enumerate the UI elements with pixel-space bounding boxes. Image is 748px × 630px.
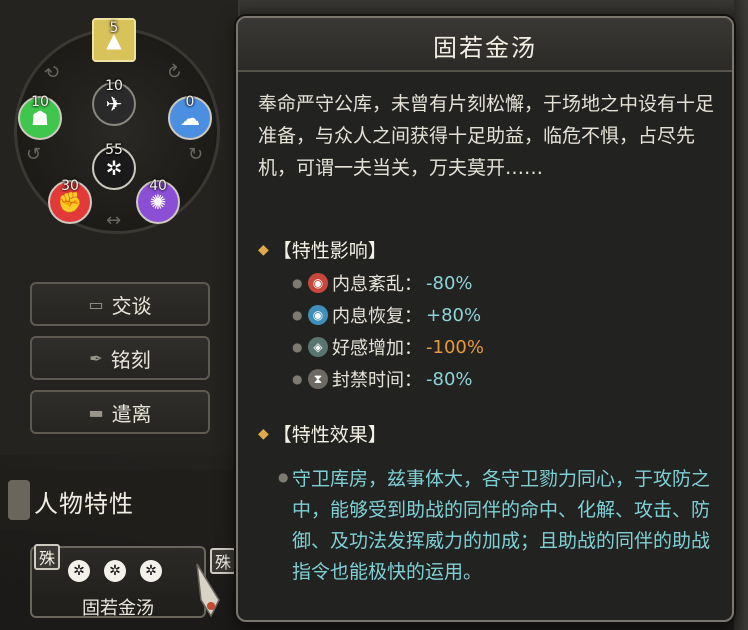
scroll-icon xyxy=(8,480,30,520)
rarity-badge: 殊 xyxy=(34,544,60,570)
knot-icon: ✲ xyxy=(105,156,123,180)
pen-cursor-icon xyxy=(196,563,220,618)
tooltip-title: 固若金汤 xyxy=(433,34,537,62)
wheel-node-value: 55 xyxy=(105,142,123,158)
bullet-dot: ● xyxy=(292,276,303,290)
stat-value: -100% xyxy=(426,336,484,358)
wheel-node-value: 5 xyxy=(109,20,119,36)
stat-value: +80% xyxy=(426,304,482,326)
wheel-node-bottom-left[interactable]: ✊ 30 xyxy=(48,178,92,224)
wheel-node-left[interactable]: ☗ 10 xyxy=(18,94,62,140)
favor-icon: ◈ xyxy=(308,337,328,357)
wheel-node-value: 30 xyxy=(61,178,79,194)
lungs-blue-icon: ◉ xyxy=(308,305,328,325)
effect-header-label: 【特性效果】 xyxy=(272,424,387,446)
wheel-node-value: 40 xyxy=(149,178,167,194)
trait-pip-icon: ✲ xyxy=(104,560,126,582)
trait-tooltip: 固若金汤 奉命严守公库，未曾有片刻松懈，于场地之中设有十足准备，与众人之间获得十… xyxy=(236,16,734,622)
stat-row: ● ◉ 内息恢复： +80% xyxy=(292,302,481,328)
engrave-button[interactable]: ✒ 铭刻 xyxy=(30,336,210,380)
tooltip-description: 奉命严守公库，未曾有片刻松懈，于场地之中设有十足准备，与众人之间获得十足助益，临… xyxy=(258,93,715,179)
wheel-node-bottom-right[interactable]: ✺ 40 xyxy=(136,178,180,224)
stat-name: 内息恢复： xyxy=(332,306,422,327)
talk-button-label: 交谈 xyxy=(111,293,152,318)
stat-row: ● ◉ 内息紊乱： -80% xyxy=(292,270,473,296)
influence-header-label: 【特性影响】 xyxy=(272,240,387,262)
background-frame-right xyxy=(734,0,748,630)
cycle-arrow-icon: ↺ xyxy=(26,144,42,165)
stat-name: 内息紊乱： xyxy=(332,274,422,295)
bullet-dot: ● xyxy=(278,470,289,484)
diamond-bullet-icon: ◆ xyxy=(258,425,269,442)
wheel-node-center[interactable]: ✲ 55 xyxy=(92,142,136,190)
stat-value: -80% xyxy=(426,368,473,390)
chat-icon: ▭ xyxy=(88,294,104,314)
dismiss-icon: ▬ xyxy=(88,402,104,422)
cycle-arrow-icon: ↔ xyxy=(106,210,122,231)
effect-description: 守卫库房，兹事体大，各守卫勠力同心，于攻防之中，能够受到助战的同伴的命中、化解、… xyxy=(292,468,711,583)
trait-pip-icon: ✲ xyxy=(140,560,162,582)
wheel-node-inner-top[interactable]: ✈ 10 xyxy=(92,78,136,126)
stat-value: -80% xyxy=(426,272,473,294)
talk-button[interactable]: ▭ 交谈 xyxy=(30,282,210,326)
diamond-bullet-icon: ◆ xyxy=(258,241,269,258)
bullet-dot: ● xyxy=(292,372,303,386)
dismiss-button[interactable]: ▬ 遣离 xyxy=(30,390,210,434)
stat-name: 好感增加： xyxy=(332,338,422,359)
wheel-node-value: 10 xyxy=(31,94,49,110)
wheel-node-top[interactable]: ▲ 5 xyxy=(92,18,136,62)
bullet-dot: ● xyxy=(292,340,303,354)
trait-section-title: 人物特性 xyxy=(34,490,134,518)
stat-name: 封禁时间： xyxy=(332,370,422,391)
dismiss-button-label: 遣离 xyxy=(111,401,152,426)
wheel-node-right[interactable]: ☁ 0 xyxy=(168,94,212,140)
bird-icon: ✈ xyxy=(105,92,123,116)
influence-header: ◆ 【特性影响】 xyxy=(258,236,387,263)
attribute-wheel: ↻ ↻ ↺ ↻ ↔ ▲ 5 ✈ 10 ☗ 10 ☁ 0 ✲ 55 ✊ 30 ✺ … xyxy=(6,18,226,256)
lungs-red-icon: ◉ xyxy=(308,273,328,293)
bullet-dot: ● xyxy=(292,308,303,322)
trait-card-name: 固若金汤 xyxy=(82,598,154,619)
wheel-node-value: 10 xyxy=(105,78,123,94)
engrave-button-label: 铭刻 xyxy=(110,347,151,372)
wheel-node-value: 0 xyxy=(185,94,195,110)
cycle-arrow-icon: ↻ xyxy=(188,144,204,165)
stat-row: ● ⧗ 封禁时间： -80% xyxy=(292,366,473,392)
hourglass-icon: ⧗ xyxy=(308,369,328,389)
trait-card[interactable]: 殊 ✲ ✲ ✲ 固若金汤 xyxy=(30,544,206,619)
character-panel: ↻ ↻ ↺ ↻ ↔ ▲ 5 ✈ 10 ☗ 10 ☁ 0 ✲ 55 ✊ 30 ✺ … xyxy=(0,0,240,455)
effect-header: ◆ 【特性效果】 xyxy=(258,420,387,447)
engrave-icon: ✒ xyxy=(89,348,103,368)
trait-pip-icon: ✲ xyxy=(68,560,90,582)
stat-row: ● ◈ 好感增加： -100% xyxy=(292,334,484,360)
game-screen: ↻ ↻ ↺ ↻ ↔ ▲ 5 ✈ 10 ☗ 10 ☁ 0 ✲ 55 ✊ 30 ✺ … xyxy=(0,0,748,630)
